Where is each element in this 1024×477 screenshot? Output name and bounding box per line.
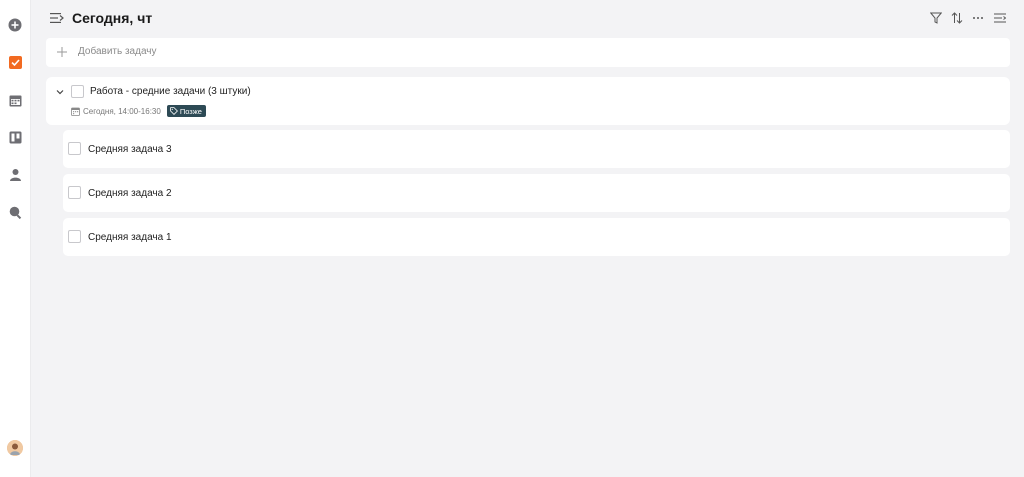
page-title: Сегодня, чт [72,10,153,26]
checkbox-icon [8,55,22,69]
task-checkbox[interactable] [68,142,81,155]
more-button[interactable] [971,11,985,25]
collapse-menu-icon [50,13,64,23]
task-group[interactable]: Работа - средние задачи (3 штуки) Сегодн… [46,77,1010,125]
calendar-icon [9,95,21,106]
plus-icon [57,47,67,57]
calendar-small-icon [71,107,80,116]
kanban-icon [9,131,21,143]
avatar[interactable] [7,440,23,456]
search-icon [9,206,21,219]
tag-icon [170,107,178,115]
chevron-down-icon[interactable] [54,86,66,98]
tasks-nav-button[interactable] [6,53,24,71]
group-checkbox[interactable] [71,85,84,98]
person-icon [9,168,21,181]
menu-toggle-button[interactable] [50,11,64,25]
main-area: Сегодня, чт Добавить задачу Работа - сре… [31,0,1024,477]
plus-circle-icon [8,18,22,32]
list-item[interactable]: Средняя задача 2 [63,174,1010,212]
left-rail [0,0,31,477]
sort-button[interactable] [950,11,964,25]
view-options-button[interactable] [993,11,1007,25]
task-title: Средняя задача 3 [88,144,172,155]
add-task-input[interactable]: Добавить задачу [78,46,157,57]
group-title: Работа - средние задачи (3 штуки) [90,86,251,97]
user-avatar-icon [7,440,23,456]
task-title: Средняя задача 1 [88,232,172,243]
task-checkbox[interactable] [68,230,81,243]
status-badge[interactable]: Позже [166,105,206,117]
add-task-row[interactable]: Добавить задачу [46,38,1010,67]
top-bar: Сегодня, чт [31,0,1024,38]
calendar-nav-button[interactable] [6,91,24,109]
board-nav-button[interactable] [6,128,24,146]
tag-label: Позже [179,106,202,116]
view-options-icon [994,13,1006,23]
search-nav-button[interactable] [6,203,24,221]
more-icon [973,17,983,19]
task-checkbox[interactable] [68,186,81,199]
group-meta: Сегодня, 14:00-16:30 Позже [71,105,206,117]
add-circle-button[interactable] [6,16,24,34]
task-title: Средняя задача 2 [88,188,172,199]
list-item[interactable]: Средняя задача 3 [63,130,1010,168]
filter-button[interactable] [929,11,943,25]
list-item[interactable]: Средняя задача 1 [63,218,1010,256]
group-date: Сегодня, 14:00-16:30 [83,106,161,116]
filter-icon [930,12,942,24]
sort-icon [951,12,963,24]
contacts-nav-button[interactable] [6,165,24,183]
